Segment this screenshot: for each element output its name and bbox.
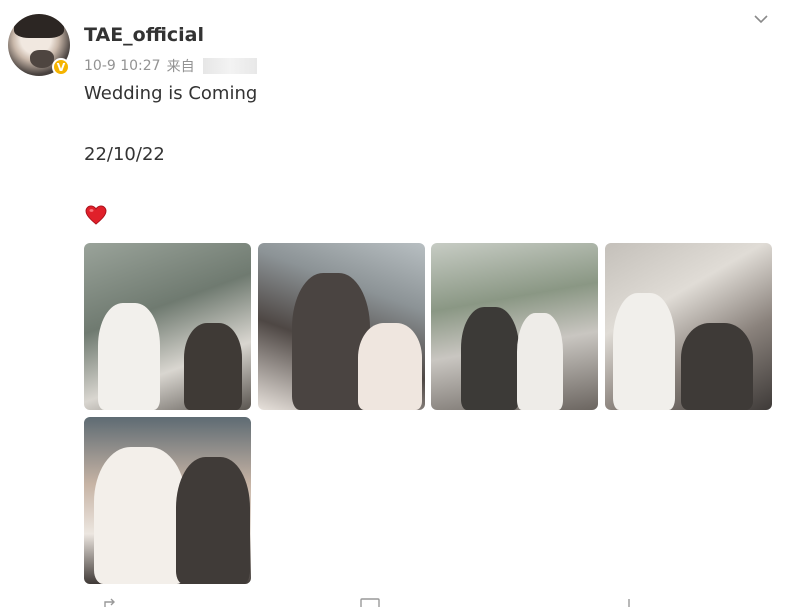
post-meta: 10-9 10:27 来自 — [84, 56, 257, 76]
photo-3[interactable] — [431, 243, 598, 410]
verified-badge-icon: V — [52, 58, 70, 76]
post-text-line-2: 22/10/22 — [84, 144, 165, 165]
photo-figure-groom — [176, 457, 250, 584]
photo-figure-bride — [517, 313, 563, 410]
action-bar — [0, 598, 800, 607]
comment-icon — [360, 598, 380, 607]
avatar-beard — [30, 50, 54, 68]
like-icon — [628, 599, 630, 607]
post-text-line-1: Wedding is Coming — [84, 83, 258, 104]
weibo-post: V TAE_official 10-9 10:27 来自 Wedding is … — [0, 0, 800, 607]
photo-figure-groom — [184, 323, 242, 410]
photo-figure-bride — [358, 323, 422, 410]
source-redacted — [202, 58, 257, 74]
photo-figure-groom — [461, 307, 519, 410]
repost-button[interactable] — [104, 598, 120, 607]
repost-icon — [104, 598, 115, 607]
username[interactable]: TAE_official — [84, 24, 204, 46]
avatar-hair — [14, 14, 64, 38]
photo-1[interactable] — [84, 243, 251, 410]
photo-figure-bride — [98, 303, 160, 410]
like-button[interactable] — [624, 598, 634, 607]
photo-5[interactable] — [84, 417, 251, 584]
chevron-down-icon[interactable] — [754, 12, 768, 26]
photo-2[interactable] — [258, 243, 425, 410]
timestamp[interactable]: 10-9 10:27 — [84, 58, 161, 74]
comment-button[interactable] — [360, 598, 380, 607]
photo-figure-bride — [94, 447, 186, 584]
source-label: 来自 — [166, 59, 195, 75]
photo-4[interactable] — [605, 243, 772, 410]
photo-figure-groom — [681, 323, 753, 410]
heart-icon — [85, 205, 107, 225]
photo-figure-bride — [613, 293, 675, 410]
